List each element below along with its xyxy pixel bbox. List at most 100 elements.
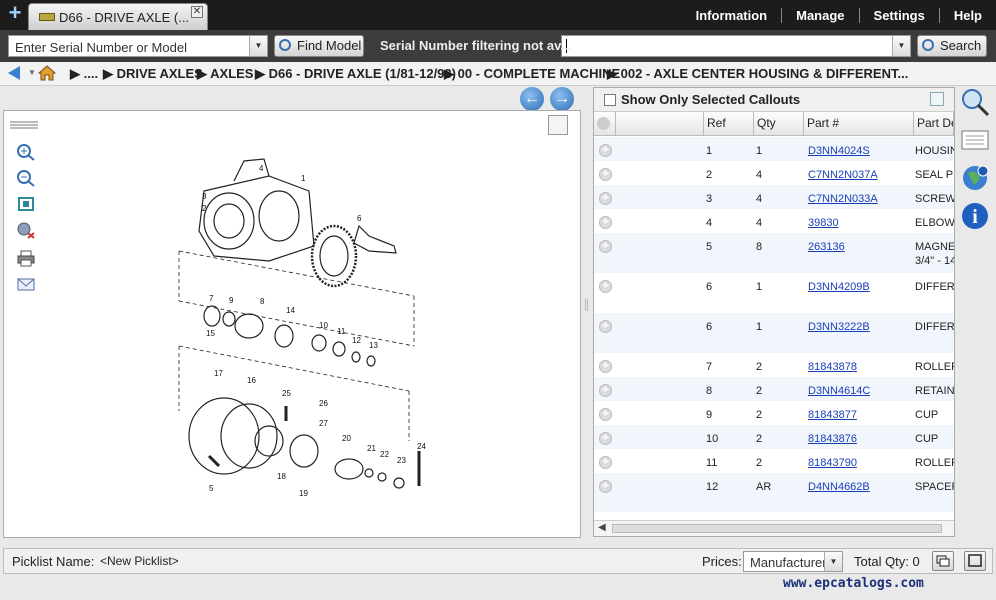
panel-splitter[interactable]: ║	[583, 300, 591, 320]
table-row[interactable]: +1 1 D3NN4024S HOUSING	[594, 137, 954, 161]
reset-zoom-icon[interactable]	[16, 221, 36, 239]
add-to-picklist-icon[interactable]: +	[599, 168, 612, 181]
desc-cell: SCREW,	[915, 193, 954, 205]
part-link[interactable]: 263136	[808, 241, 845, 253]
part-link[interactable]: C7NN2N037A	[808, 169, 878, 181]
search-button[interactable]: Search	[917, 35, 987, 57]
drag-handle-icon[interactable]	[10, 119, 38, 137]
chevron-down-icon[interactable]: ▼	[28, 68, 36, 77]
table-row[interactable]: +5 8 263136 MAGNET 3/4" - 14	[594, 233, 954, 273]
prices-select[interactable]: Manufacturer ▼	[743, 551, 843, 572]
print-icon[interactable]	[16, 249, 36, 267]
info-icon[interactable]: i	[960, 201, 990, 231]
serial-model-input[interactable]: Enter Serial Number or Model ▼	[8, 35, 268, 57]
qty-cell: 2	[756, 457, 763, 469]
part-link[interactable]: 81843877	[808, 409, 857, 421]
breadcrumb-item[interactable]: ▶ ....	[70, 66, 98, 82]
show-selected-checkbox[interactable]	[604, 94, 616, 106]
header-qty[interactable]: Qty	[754, 112, 804, 136]
add-to-picklist-icon[interactable]: +	[599, 192, 612, 205]
part-link[interactable]: 81843790	[808, 457, 857, 469]
table-row[interactable]: +6 1 D3NN4209B DIFFERE	[594, 273, 954, 313]
next-diagram-button[interactable]: →	[550, 87, 574, 111]
previous-diagram-button[interactable]: ←	[520, 87, 544, 111]
part-link[interactable]: 39830	[808, 217, 839, 229]
new-tab-icon[interactable]: +	[4, 2, 26, 25]
desc-cell: HOUSING	[915, 145, 954, 157]
chevron-down-icon[interactable]: ▼	[892, 36, 910, 56]
diagram-panel: 123 456 789 10 11 12 13 14 15 16 17 18 19 20 21 …	[3, 110, 581, 538]
breadcrumb-item[interactable]: ▶ 002 - AXLE CENTER HOUSING & DIFFERENT.…	[607, 66, 908, 82]
part-link[interactable]: D3NN3222B	[808, 321, 870, 333]
part-link[interactable]: D4NN4662B	[808, 481, 870, 493]
part-link[interactable]: 81843878	[808, 361, 857, 373]
news-icon[interactable]	[960, 125, 990, 155]
side-icons: i	[956, 87, 996, 247]
table-row[interactable]: +10 2 81843876 CUP	[594, 425, 954, 449]
close-icon[interactable]: ✕	[191, 6, 203, 18]
horizontal-scrollbar[interactable]: ◀	[594, 520, 954, 536]
tab-d66[interactable]: D66 - DRIVE AXLE (... ✕	[28, 3, 208, 30]
header-add[interactable]	[594, 112, 616, 136]
add-to-picklist-icon[interactable]: +	[599, 240, 612, 253]
expand-panel-button[interactable]	[548, 115, 568, 135]
table-row[interactable]: +2 4 C7NN2N037A SEAL PR	[594, 161, 954, 185]
maximize-button[interactable]	[964, 551, 986, 571]
header-ref[interactable]: Ref	[704, 112, 754, 136]
add-to-picklist-icon[interactable]: +	[599, 320, 612, 333]
breadcrumb-item[interactable]: ▶ D66 - DRIVE AXLE (1/81-12/93)	[255, 66, 456, 82]
chevron-down-icon[interactable]: ▼	[249, 36, 267, 56]
globe-info-icon[interactable]	[960, 163, 990, 193]
ref-cell: 12	[706, 481, 719, 493]
zoom-in-icon[interactable]	[16, 143, 36, 161]
header-blank	[616, 112, 704, 136]
table-row[interactable]: +6 1 D3NN3222B DIFFERE	[594, 313, 954, 353]
add-to-picklist-icon[interactable]: +	[599, 432, 612, 445]
back-arrow-icon[interactable]	[8, 66, 20, 80]
picklist-window-button[interactable]	[932, 551, 954, 571]
menu-manage[interactable]: Manage	[781, 7, 858, 23]
add-to-picklist-icon[interactable]: +	[599, 360, 612, 373]
part-link[interactable]: D3NN4024S	[808, 145, 870, 157]
table-row[interactable]: +7 2 81843878 ROLLER	[594, 353, 954, 377]
header-desc[interactable]: Part Des	[914, 112, 954, 136]
menu-settings[interactable]: Settings	[858, 7, 939, 23]
add-to-picklist-icon[interactable]: +	[599, 384, 612, 397]
picklist-name[interactable]: <New Picklist>	[100, 554, 179, 568]
add-to-picklist-icon[interactable]: +	[599, 280, 612, 293]
add-to-picklist-icon[interactable]: +	[599, 408, 612, 421]
add-to-picklist-icon[interactable]: +	[599, 216, 612, 229]
home-icon[interactable]	[38, 65, 56, 81]
add-to-picklist-icon[interactable]: +	[599, 456, 612, 469]
breadcrumb-item[interactable]: ▶ AXLES	[197, 66, 253, 82]
table-row[interactable]: +11 2 81843790 ROLLER	[594, 449, 954, 473]
table-row[interactable]: +4 4 39830 ELBOW	[594, 209, 954, 233]
table-row[interactable]: +12 AR D4NN4662B SPACER	[594, 473, 954, 512]
search-icon[interactable]	[960, 87, 990, 117]
part-link[interactable]: C7NN2N033A	[808, 193, 878, 205]
chevron-down-icon[interactable]: ▼	[824, 552, 842, 571]
table-row[interactable]: +8 2 D3NN4614C RETAINE	[594, 377, 954, 401]
add-to-picklist-icon[interactable]: +	[599, 480, 612, 493]
part-link[interactable]: 81843876	[808, 433, 857, 445]
table-row[interactable]: +9 2 81843877 CUP	[594, 401, 954, 425]
menu-information[interactable]: Information	[682, 8, 782, 23]
part-link[interactable]: D3NN4614C	[808, 385, 870, 397]
menu-help[interactable]: Help	[938, 7, 996, 23]
find-model-button[interactable]: Find Model	[274, 35, 364, 57]
qty-cell: 1	[756, 281, 763, 293]
search-input[interactable]: ▼	[561, 35, 911, 57]
email-icon[interactable]	[16, 275, 36, 293]
fit-to-window-icon[interactable]	[16, 195, 36, 213]
part-link[interactable]: D3NN4209B	[808, 281, 870, 293]
grid-icon[interactable]	[930, 92, 944, 106]
header-part[interactable]: Part #	[804, 112, 914, 136]
breadcrumb-item[interactable]: ▶ 00 - COMPLETE MACHINE	[444, 66, 620, 82]
zoom-out-icon[interactable]	[16, 169, 36, 187]
svg-text:2: 2	[202, 204, 207, 213]
breadcrumb-item[interactable]: ▶ DRIVE AXLES	[103, 66, 203, 82]
add-to-picklist-icon[interactable]: +	[599, 144, 612, 157]
table-row[interactable]: +3 4 C7NN2N033A SCREW,	[594, 185, 954, 209]
breadcrumb: ▼ ▶ .... ▶ DRIVE AXLES ▶ AXLES ▶ D66 - D…	[0, 62, 996, 86]
svg-text:7: 7	[209, 294, 214, 303]
